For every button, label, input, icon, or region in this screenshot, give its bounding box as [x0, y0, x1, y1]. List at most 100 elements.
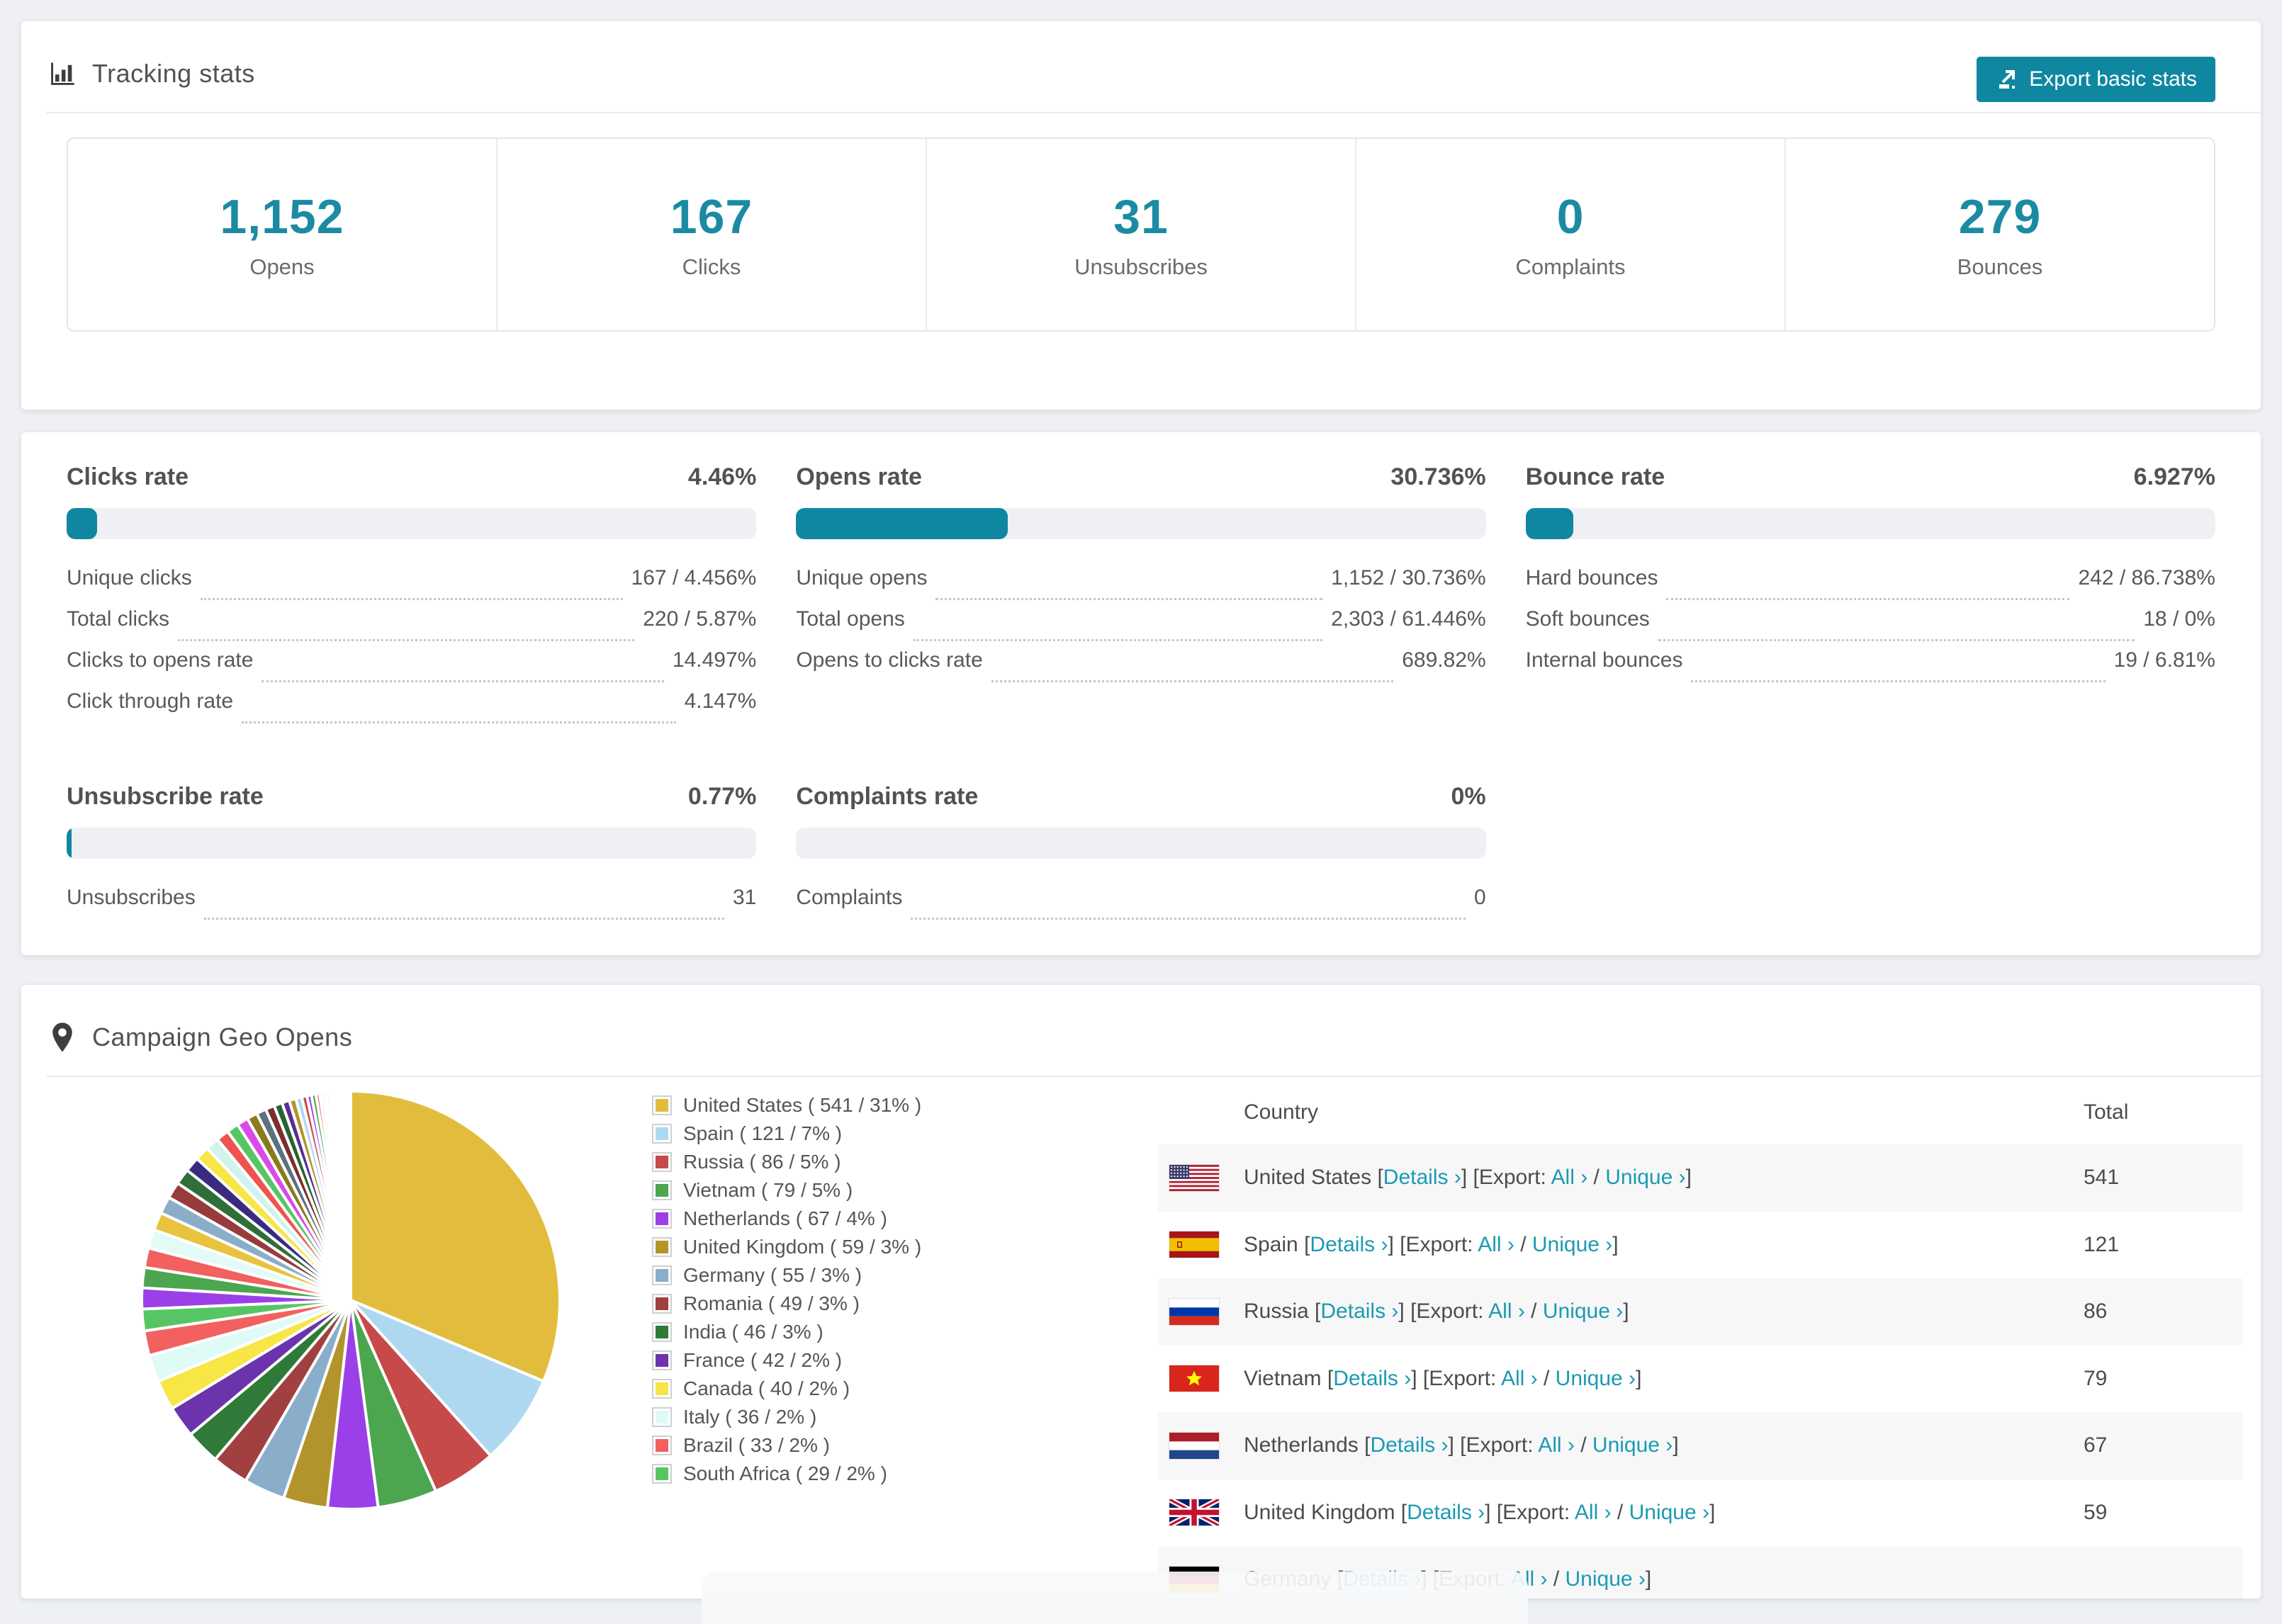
rate-rows: Unique clicks 167 / 4.456% Total clicks 220…	[67, 566, 756, 731]
progress-bar-fill	[67, 508, 98, 539]
legend-item-france[interactable]: France ( 42 / 2% )	[652, 1346, 921, 1375]
rate-row: Unique clicks 167 / 4.456%	[67, 566, 756, 607]
export-unique-link[interactable]: Unique ›	[1566, 1567, 1646, 1591]
rate-row-value: 220 / 5.87%	[643, 607, 757, 631]
legend-item-italy[interactable]: Italy ( 36 / 2% )	[652, 1403, 921, 1431]
legend-swatch	[652, 1152, 672, 1172]
rate-row-label: Total clicks	[67, 607, 170, 631]
bracket: ] [Export:	[1485, 1500, 1575, 1524]
progress-bar-track	[67, 508, 757, 539]
bracket: ] [Export:	[1388, 1232, 1478, 1256]
legend-label: Russia ( 86 / 5% )	[683, 1151, 841, 1173]
legend-item-romania[interactable]: Romania ( 49 / 3% )	[652, 1290, 921, 1318]
export-all-link[interactable]: All ›	[1488, 1299, 1525, 1323]
legend-label: Brazil ( 33 / 2% )	[683, 1434, 830, 1456]
total-cell: 541	[2084, 1166, 2120, 1190]
us-flag-icon	[1169, 1164, 1219, 1191]
export-unique-link[interactable]: Unique ›	[1629, 1501, 1709, 1524]
stat-cell: 1,152 Opens	[68, 139, 498, 330]
export-unique-link[interactable]: Unique ›	[1532, 1233, 1612, 1256]
details-link[interactable]: Details ›	[1407, 1501, 1485, 1524]
dotted-leader	[1691, 680, 2106, 682]
legend-swatch	[652, 1209, 672, 1229]
legend-item-brazil[interactable]: Brazil ( 33 / 2% )	[652, 1431, 921, 1460]
header-divider	[47, 112, 2261, 113]
dotted-leader	[1658, 639, 2135, 641]
legend-item-united-kingdom[interactable]: United Kingdom ( 59 / 3% )	[652, 1233, 921, 1261]
rate-title: Opens rate	[796, 463, 922, 490]
rate-title: Clicks rate	[67, 463, 189, 490]
legend-swatch	[652, 1350, 672, 1370]
rate-value: 0.77%	[687, 783, 757, 810]
dotted-leader	[911, 918, 1466, 920]
legend-label: United Kingdom ( 59 / 3% )	[683, 1236, 922, 1258]
rate-block-clicks-rate: Clicks rate 4.46% Unique clicks 167 / 4.456…	[67, 463, 757, 731]
stat-label: Clicks	[682, 254, 741, 279]
details-link[interactable]: Details ›	[1333, 1367, 1411, 1390]
geo-table-header: Country Total	[1158, 1080, 2242, 1144]
progress-bar-fill	[67, 828, 72, 859]
details-link[interactable]: Details ›	[1320, 1299, 1398, 1323]
slash-separator: /	[1524, 1299, 1543, 1324]
stat-value: 167	[670, 190, 753, 244]
total-cell: 86	[2084, 1299, 2108, 1324]
export-basic-stats-button[interactable]: Export basic stats	[1977, 57, 2215, 102]
details-link[interactable]: Details ›	[1310, 1233, 1388, 1256]
export-all-link[interactable]: All ›	[1551, 1166, 1588, 1189]
stat-label: Opens	[249, 254, 315, 279]
export-unique-link[interactable]: Unique ›	[1543, 1299, 1623, 1323]
export-all-link[interactable]: All ›	[1575, 1501, 1612, 1524]
legend-item-canada[interactable]: Canada ( 40 / 2% )	[652, 1375, 921, 1403]
slash-separator: /	[1574, 1433, 1592, 1457]
rate-row-label: Unique clicks	[67, 566, 192, 590]
export-button-label: Export basic stats	[2029, 67, 2197, 91]
legend-item-spain[interactable]: Spain ( 121 / 7% )	[652, 1120, 921, 1148]
stat-label: Bounces	[1957, 254, 2043, 279]
export-unique-link[interactable]: Unique ›	[1556, 1367, 1636, 1390]
export-all-link[interactable]: All ›	[1478, 1233, 1514, 1256]
bracket: [	[1327, 1366, 1334, 1390]
legend-item-vietnam[interactable]: Vietnam ( 79 / 5% )	[652, 1176, 921, 1205]
country-cell: United States [Details ›] [Export: All ›…	[1244, 1166, 1692, 1190]
geo-header: Campaign Geo Opens	[21, 985, 2261, 1053]
export-unique-link[interactable]: Unique ›	[1592, 1433, 1673, 1457]
legend-item-united-states[interactable]: United States ( 541 / 31% )	[652, 1091, 921, 1120]
rate-row-value: 689.82%	[1402, 648, 1486, 672]
rate-value: 0%	[1451, 783, 1486, 810]
details-link[interactable]: Details ›	[1383, 1166, 1461, 1189]
export-all-link[interactable]: All ›	[1538, 1433, 1575, 1457]
legend-item-germany[interactable]: Germany ( 55 / 3% )	[652, 1261, 921, 1290]
slash-separator: /	[1547, 1567, 1566, 1591]
rate-value: 30.736%	[1390, 463, 1486, 490]
legend-item-russia[interactable]: Russia ( 86 / 5% )	[652, 1148, 921, 1176]
export-icon	[1995, 67, 2019, 91]
details-link[interactable]: Details ›	[1370, 1433, 1448, 1457]
ru-flag-icon	[1169, 1298, 1219, 1325]
stat-cell: 279 Bounces	[1786, 139, 2214, 330]
nl-flag-icon	[1169, 1432, 1219, 1459]
legend-item-india[interactable]: India ( 46 / 3% )	[652, 1318, 921, 1346]
legend-item-south-africa[interactable]: South Africa ( 29 / 2% )	[652, 1460, 921, 1488]
legend-label: Italy ( 36 / 2% )	[683, 1406, 817, 1428]
rate-row-value: 1,152 / 30.736%	[1331, 566, 1486, 590]
stat-label: Complaints	[1515, 254, 1626, 279]
slash-separator: /	[1587, 1166, 1606, 1190]
dotted-leader	[200, 598, 623, 600]
table-row-es: Spain [Details ›] [Export: All › / Uniqu…	[1158, 1212, 2242, 1279]
stats-row: 1,152 Opens 167 Clicks 31 Unsubscribes 0 Compla…	[67, 137, 2215, 332]
legend-item-netherlands[interactable]: Netherlands ( 67 / 4% )	[652, 1205, 921, 1233]
tracking-stats-card: Tracking stats Export basic stats 1,152 O…	[21, 21, 2261, 410]
gb-flag-icon	[1169, 1499, 1219, 1526]
dotted-leader	[242, 721, 676, 723]
export-all-link[interactable]: All ›	[1501, 1367, 1538, 1390]
legend-swatch	[652, 1379, 672, 1399]
rate-block-opens-rate: Opens rate 30.736% Unique opens 1,152 / 30.…	[796, 463, 1486, 731]
progress-bar-fill	[796, 508, 1008, 539]
rate-rows: Complaints 0	[796, 886, 1486, 927]
progress-bar-track	[67, 828, 757, 859]
bracket: ]	[1612, 1232, 1619, 1256]
country-cell: Spain [Details ›] [Export: All › / Uniqu…	[1244, 1233, 1619, 1257]
progress-bar-fill	[1525, 508, 1574, 539]
export-unique-link[interactable]: Unique ›	[1605, 1166, 1685, 1189]
stat-cell: 0 Complaints	[1356, 139, 1786, 330]
